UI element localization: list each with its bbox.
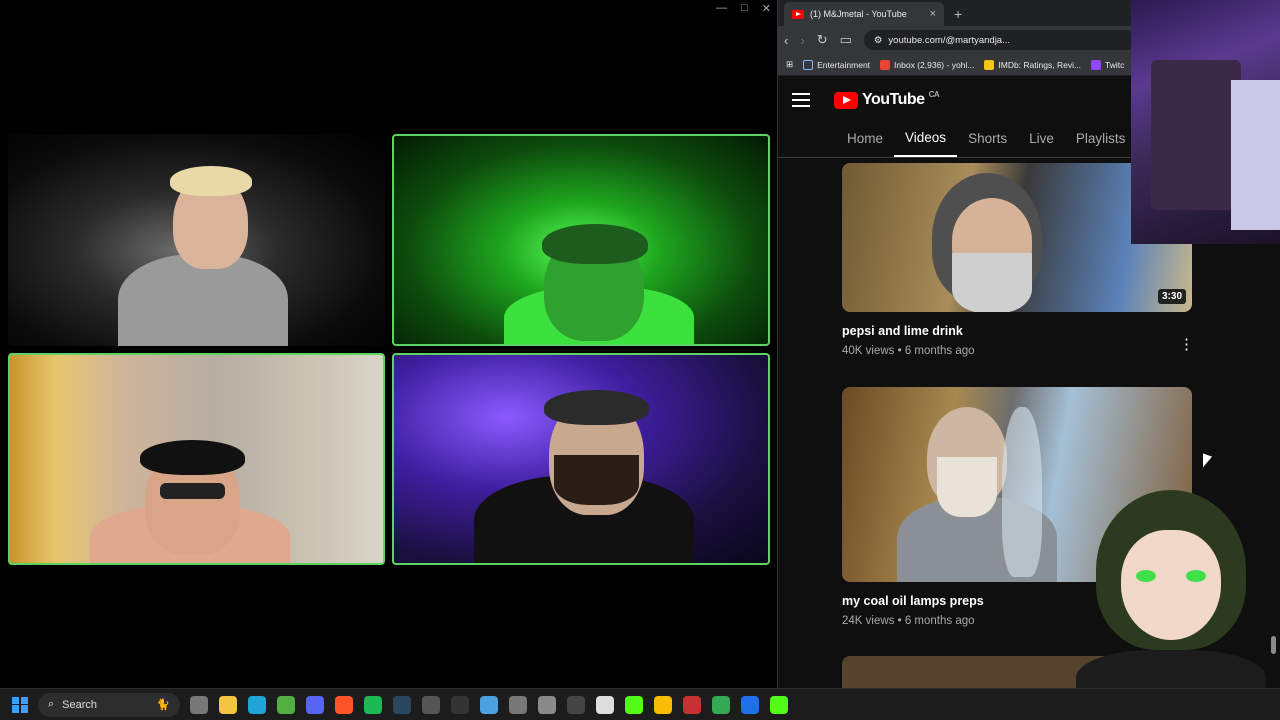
tab-live[interactable]: Live (1018, 120, 1065, 157)
discord-icon[interactable] (306, 695, 324, 714)
kick-2-icon[interactable] (770, 695, 788, 714)
tab-close-icon[interactable]: × (930, 8, 936, 20)
window-controls: — □ ✕ (716, 2, 771, 15)
settings-icon[interactable] (538, 695, 556, 714)
forward-icon[interactable]: › (800, 33, 804, 48)
epic-games-icon[interactable] (451, 695, 469, 714)
app-blue-icon[interactable] (741, 695, 759, 714)
notepad-icon[interactable] (480, 695, 498, 714)
bookmark-twitch[interactable]: Twitc (1091, 59, 1124, 70)
file-explorer-icon[interactable] (219, 695, 237, 714)
webcam-overlay (1131, 0, 1280, 244)
new-tab-button[interactable]: + (954, 6, 962, 22)
tab-home[interactable]: Home (836, 120, 894, 157)
mouse-cursor-icon (1203, 453, 1212, 471)
more-options-icon[interactable]: ⋮ (1179, 335, 1194, 353)
start-button[interactable] (12, 696, 28, 713)
chrome-2-icon[interactable] (712, 695, 730, 714)
calculator-icon[interactable] (509, 695, 527, 714)
video-duration: 3:30 (1157, 289, 1186, 304)
maximize-icon[interactable]: □ (741, 2, 748, 15)
site-info-icon[interactable]: ⚙ (874, 35, 883, 46)
steelseries-icon[interactable] (596, 695, 614, 714)
menu-icon[interactable] (792, 93, 810, 107)
search-icon: ⌕ (48, 698, 55, 710)
participant-tile-4[interactable] (392, 353, 770, 565)
bookmark-imdb[interactable]: IMDb: Ratings, Revi... (984, 59, 1081, 70)
video-meta: 40K views • 6 months ago (842, 345, 975, 357)
close-icon[interactable]: ✕ (762, 2, 771, 15)
tab-playlists[interactable]: Playlists (1065, 120, 1137, 157)
video-title[interactable]: pepsi and lime drink (842, 324, 1192, 338)
taskbar-search[interactable]: ⌕ Search 🐈 (38, 692, 180, 717)
region-code: CA (928, 89, 940, 99)
back-icon[interactable]: ‹ (784, 33, 788, 48)
search-placeholder: Search (62, 698, 98, 711)
terminal-icon[interactable] (567, 695, 585, 714)
taskbar: ⌕ Search 🐈 (0, 688, 1280, 720)
minimize-icon[interactable]: — (716, 2, 727, 15)
browser-tab-youtube[interactable]: (1) M&Jmetal - YouTube × (784, 2, 944, 26)
cat-icon: 🐈 (156, 699, 170, 711)
tab-title: (1) M&Jmetal - YouTube (810, 9, 907, 19)
brave-icon[interactable] (335, 695, 353, 714)
edge-icon[interactable] (248, 695, 266, 714)
bookmark-entertainment[interactable]: Entertainment (803, 59, 870, 70)
youtube-logo[interactable]: YouTube CA (834, 89, 940, 109)
obs-icon[interactable] (422, 695, 440, 714)
youtube-favicon-icon (792, 9, 804, 19)
imdb-icon (984, 59, 995, 70)
desktop: — □ ✕ (1) M&Jmetal - YouTube × + ‹ › ↻ ▭… (0, 0, 1280, 720)
tab-shorts[interactable]: Shorts (957, 120, 1018, 157)
vtuber-app-icon[interactable] (683, 695, 701, 714)
vtuber-avatar (1056, 470, 1280, 720)
chrome-icon[interactable] (654, 695, 672, 714)
youtube-logo-icon (834, 91, 858, 109)
participant-tile-1[interactable] (8, 134, 385, 346)
kick-icon[interactable] (625, 695, 643, 714)
task-view-icon[interactable] (190, 695, 208, 714)
participant-tile-2[interactable] (392, 134, 770, 346)
bookmark-icon[interactable]: ▭ (840, 32, 852, 48)
bookmark-inbox[interactable]: Inbox (2,936) - yohl... (880, 59, 974, 70)
gmail-icon (880, 59, 891, 70)
spotify-icon[interactable] (364, 695, 382, 714)
twitch-icon (1091, 59, 1102, 70)
folder-icon (803, 59, 814, 70)
reload-icon[interactable]: ↻ (817, 32, 828, 48)
video-call-window: — □ ✕ (0, 0, 777, 688)
steam-icon[interactable] (393, 695, 411, 714)
xbox-icon[interactable] (277, 695, 295, 714)
participant-tile-3[interactable] (8, 353, 385, 565)
tab-videos[interactable]: Videos (894, 120, 958, 157)
apps-icon[interactable]: ⊞ (786, 59, 793, 70)
url-text: youtube.com/@martyandja... (888, 34, 1011, 46)
